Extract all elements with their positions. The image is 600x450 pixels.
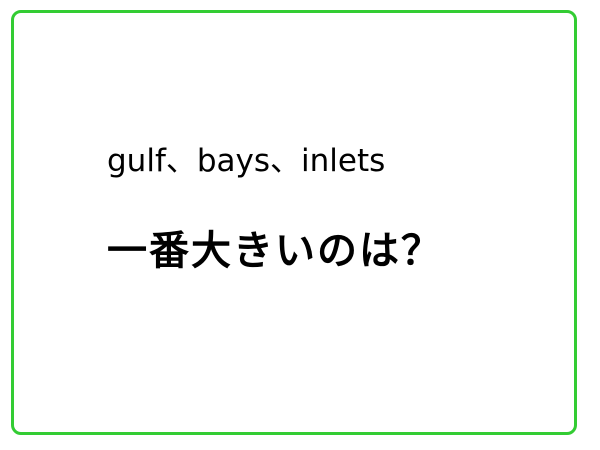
question-text: 一番大きいのは？ [107, 228, 443, 274]
question-terms: gulf、bays、inlets [107, 143, 386, 179]
question-card: gulf、bays、inlets 一番大きいのは？ [11, 10, 577, 435]
